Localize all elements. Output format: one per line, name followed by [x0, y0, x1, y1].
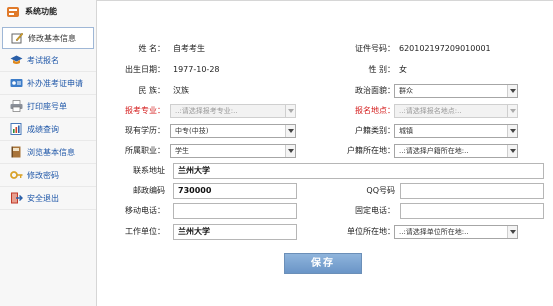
birth-date-value: 1977-10-28 — [173, 65, 220, 74]
chevron-down-icon — [507, 125, 517, 137]
edit-icon — [11, 32, 24, 44]
id-card-icon — [10, 77, 23, 89]
chevron-down-icon — [285, 105, 295, 117]
postcode-input[interactable]: 730000 — [173, 183, 297, 199]
profile-form: 姓 名： 自考考生 证件号码： 620102197209010001 出生日期：… — [97, 0, 553, 306]
address-input[interactable]: 兰州大学 — [173, 163, 544, 179]
id-number-value: 620102197209010001 — [399, 44, 491, 53]
registration-location-label: 报名地点： — [355, 106, 395, 115]
printer-icon — [10, 100, 23, 112]
mobile-input[interactable] — [173, 203, 297, 219]
sidebar-item-label: 打印座号单 — [27, 101, 67, 111]
address-label: 联系地址 — [133, 166, 165, 175]
occupation-selected: 学生 — [175, 147, 189, 155]
postcode-label: 邮政编码 — [133, 186, 165, 195]
mobile-label: 移动电话： — [125, 206, 165, 215]
save-button[interactable]: 保存 — [284, 253, 362, 274]
chevron-down-icon — [507, 226, 517, 238]
name-label: 姓 名： — [138, 44, 165, 53]
political-status-label: 政治面貌： — [355, 86, 395, 95]
chevron-down-icon — [285, 125, 295, 137]
sidebar-item-score-query[interactable]: 成绩查询 — [0, 118, 96, 141]
sidebar-item-label: 修改密码 — [27, 170, 59, 180]
political-status-select[interactable]: 群众 — [394, 84, 518, 98]
sidebar-item-reissue-admission[interactable]: 补办准考证申请 — [0, 72, 96, 95]
major-label: 报考专业： — [125, 106, 165, 115]
sidebar-item-label: 修改基本信息 — [28, 33, 76, 43]
graduation-cap-icon — [10, 54, 23, 66]
qq-label: QQ号码 — [366, 186, 395, 195]
hukou-type-label: 户籍类别： — [355, 126, 395, 135]
political-status-selected: 群众 — [399, 87, 413, 95]
form-row-occupation-hukou-place: 所属职业： 学生 户籍所在地： ..:请选择户籍所在地:.. — [97, 141, 553, 161]
major-placeholder: ..:请选择报考专业:.. — [175, 107, 238, 115]
key-icon — [10, 169, 23, 181]
education-label: 现有学历： — [125, 126, 165, 135]
sidebar-item-label: 安全退出 — [27, 193, 59, 203]
form-row-ethnic-political: 民 族： 汉族 政治面貌： 群众 — [97, 81, 553, 101]
sidebar-item-label: 考试报名 — [27, 55, 59, 65]
registration-location-select[interactable]: ..:请选择报名地点:.. — [394, 104, 518, 118]
occupation-label: 所属职业： — [125, 146, 165, 155]
sidebar-item-print-seat[interactable]: 打印座号单 — [0, 95, 96, 118]
chevron-down-icon — [285, 145, 295, 157]
book-icon — [10, 146, 23, 158]
sidebar-item-edit-info[interactable]: 修改基本信息 — [2, 27, 94, 49]
settings-icon — [6, 6, 20, 18]
chevron-down-icon — [507, 85, 517, 97]
form-row-work: 工作单位： 兰州大学 单位所在地： ..:请选择单位所在地:.. — [97, 222, 553, 242]
landline-input[interactable] — [400, 203, 544, 219]
landline-label: 固定电话： — [355, 206, 395, 215]
gender-value: 女 — [399, 65, 407, 74]
sidebar-item-exam-registration[interactable]: 考试报名 — [0, 49, 96, 72]
ethnicity-label: 民 族： — [138, 86, 165, 95]
name-value: 自考考生 — [173, 44, 205, 53]
form-row-birth-gender: 出生日期： 1977-10-28 性 别： 女 — [97, 60, 553, 80]
chevron-down-icon — [507, 145, 517, 157]
education-selected: 中专(中技) — [175, 127, 209, 135]
birth-date-label: 出生日期： — [125, 65, 165, 74]
hukou-type-selected: 城镇 — [399, 127, 413, 135]
work-unit-label: 工作单位： — [125, 227, 165, 236]
sidebar: 系统功能 修改基本信息 考试报名 补办准考证申请 打印座号单 成绩查询 浏览基本… — [0, 0, 97, 306]
hukou-place-label: 户籍所在地： — [347, 146, 395, 155]
form-row-postcode-qq: 邮政编码 730000 QQ号码 — [97, 181, 553, 201]
exit-icon — [10, 192, 23, 204]
sidebar-item-label: 补办准考证申请 — [27, 78, 83, 88]
work-location-label: 单位所在地： — [347, 227, 395, 236]
hukou-type-select[interactable]: 城镇 — [394, 124, 518, 138]
sidebar-item-label: 成绩查询 — [27, 124, 59, 134]
sidebar-item-view-info[interactable]: 浏览基本信息 — [0, 141, 96, 164]
sidebar-item-logout[interactable]: 安全退出 — [0, 187, 96, 210]
form-row-major-location: 报考专业： ..:请选择报考专业:.. 报名地点： ..:请选择报名地点:.. — [97, 101, 553, 121]
form-row-education-hukou: 现有学历： 中专(中技) 户籍类别： 城镇 — [97, 121, 553, 141]
id-number-label: 证件号码： — [355, 44, 395, 53]
education-select[interactable]: 中专(中技) — [170, 124, 296, 138]
hukou-place-placeholder: ..:请选择户籍所在地:.. — [399, 147, 469, 155]
sidebar-item-label: 浏览基本信息 — [27, 147, 75, 157]
report-icon — [10, 123, 23, 135]
work-unit-input[interactable]: 兰州大学 — [173, 224, 297, 240]
form-row-address: 联系地址 兰州大学 — [97, 161, 553, 181]
sidebar-header: 系统功能 — [0, 0, 96, 23]
sidebar-title: 系统功能 — [25, 7, 57, 16]
registration-location-placeholder: ..:请选择报名地点:.. — [399, 107, 462, 115]
occupation-select[interactable]: 学生 — [170, 144, 296, 158]
form-row-name-id: 姓 名： 自考考生 证件号码： 620102197209010001 — [97, 39, 553, 59]
major-select[interactable]: ..:请选择报考专业:.. — [170, 104, 296, 118]
ethnicity-value: 汉族 — [173, 86, 189, 95]
hukou-place-select[interactable]: ..:请选择户籍所在地:.. — [394, 144, 518, 158]
work-location-placeholder: ..:请选择单位所在地:.. — [399, 228, 469, 236]
form-row-mobile-phone: 移动电话： 固定电话： — [97, 201, 553, 221]
chevron-down-icon — [507, 105, 517, 117]
gender-label: 性 别： — [368, 65, 395, 74]
sidebar-item-change-password[interactable]: 修改密码 — [0, 164, 96, 187]
work-location-select[interactable]: ..:请选择单位所在地:.. — [394, 225, 518, 239]
qq-input[interactable] — [400, 183, 544, 199]
